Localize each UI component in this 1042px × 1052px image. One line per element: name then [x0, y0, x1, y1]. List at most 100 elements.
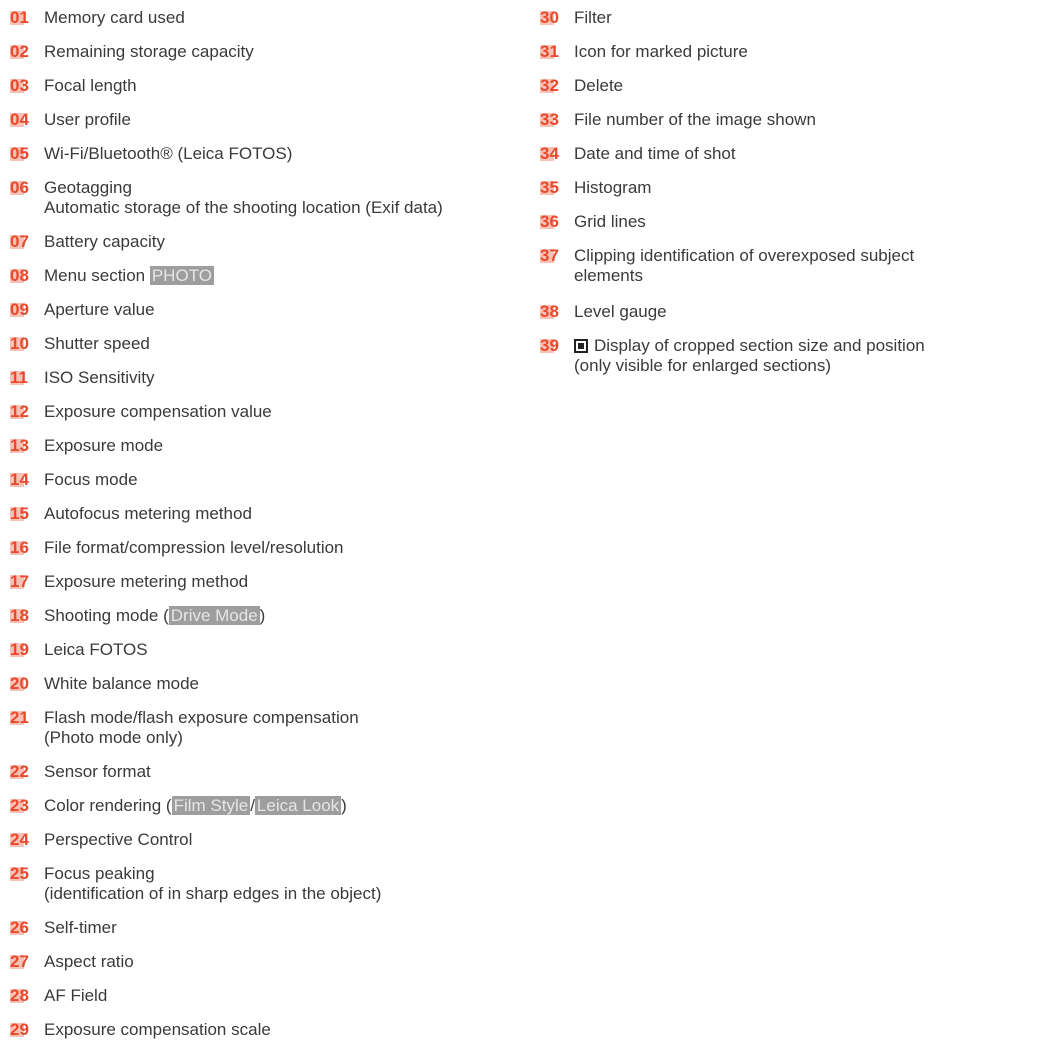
legend-item-36: 36 Grid lines	[530, 212, 1042, 232]
item-number: 12	[0, 402, 44, 422]
item-label: Wi-Fi/Bluetooth® (Leica FOTOS)	[44, 144, 293, 163]
legend-item-20: 20 White balance mode	[0, 674, 530, 694]
legend-item-16: 16 File format/compression level/resolut…	[0, 538, 530, 558]
legend-item-13: 13 Exposure mode	[0, 436, 530, 456]
item-number: 32	[530, 76, 574, 96]
legend-item-12: 12 Exposure compensation value	[0, 402, 530, 422]
item-number: 20	[0, 674, 44, 694]
item-number: 36	[530, 212, 574, 232]
item-label: Geotagging	[44, 178, 132, 197]
item-number: 25	[0, 864, 44, 884]
item-number: 05	[0, 144, 44, 164]
item-label: ISO Sensitivity	[44, 368, 155, 387]
legend-item-31: 31 Icon for marked picture	[530, 42, 1042, 62]
item-label: Display of cropped section size and posi…	[594, 336, 925, 355]
item-number: 10	[0, 334, 44, 354]
legend-item-32: 32 Delete	[530, 76, 1042, 96]
menu-tag: Leica Look	[254, 796, 342, 815]
item-label: Date and time of shot	[574, 144, 736, 163]
item-number: 23	[0, 796, 44, 816]
item-label: Filter	[574, 8, 612, 27]
menu-tag: Drive Mode	[168, 606, 260, 625]
legend-item-10: 10 Shutter speed	[0, 334, 530, 354]
legend-item-26: 26 Self-timer	[0, 918, 530, 938]
item-number: 03	[0, 76, 44, 96]
legend-item-21: 21 Flash mode/flash exposure compensatio…	[0, 708, 530, 748]
legend-item-05: 05 Wi-Fi/Bluetooth® (Leica FOTOS)	[0, 144, 530, 164]
legend-item-24: 24 Perspective Control	[0, 830, 530, 850]
item-number: 01	[0, 8, 44, 28]
menu-tag: PHOTO	[149, 266, 214, 285]
legend-item-04: 04 User profile	[0, 110, 530, 130]
item-number: 26	[0, 918, 44, 938]
item-number: 35	[530, 178, 574, 198]
item-label: Menu section	[44, 266, 150, 285]
legend-item-09: 09 Aperture value	[0, 300, 530, 320]
item-label: Exposure mode	[44, 436, 164, 455]
item-label-line2: (identification of in sharp edges in the…	[44, 884, 382, 903]
item-label: Exposure compensation value	[44, 402, 272, 421]
legend-item-35: 35 Histogram	[530, 178, 1042, 198]
item-label: Memory card used	[44, 8, 185, 27]
item-number: 08	[0, 266, 44, 286]
item-number: 18	[0, 606, 44, 626]
item-label: Delete	[574, 76, 624, 95]
item-number: 31	[530, 42, 574, 62]
item-number: 37	[530, 246, 574, 266]
legend-item-03: 03 Focal length	[0, 76, 530, 96]
legend-item-34: 34 Date and time of shot	[530, 144, 1042, 164]
item-label: Focus peaking	[44, 864, 155, 883]
item-label: Color rendering (	[44, 796, 172, 815]
item-label: Exposure compensation scale	[44, 1020, 271, 1039]
item-label: Shooting mode (	[44, 606, 169, 625]
legend-item-18: 18 Shooting mode (Drive Mode)	[0, 606, 530, 626]
item-label: Clipping identification of overexposed s…	[574, 246, 915, 265]
item-number: 28	[0, 986, 44, 1006]
item-number: 33	[530, 110, 574, 130]
legend-item-38: 38 Level gauge	[530, 302, 1042, 322]
item-number: 02	[0, 42, 44, 62]
item-label: White balance mode	[44, 674, 199, 693]
legend-item-07: 07 Battery capacity	[0, 232, 530, 252]
item-label-suffix: )	[341, 796, 347, 815]
item-label: AF Field	[44, 986, 108, 1005]
item-number: 27	[0, 952, 44, 972]
item-label: Focus mode	[44, 470, 138, 489]
item-label: File number of the image shown	[574, 110, 816, 129]
legend-item-02: 02 Remaining storage capacity	[0, 42, 530, 62]
item-label: User profile	[44, 110, 131, 129]
legend-item-29: 29 Exposure compensation scale	[0, 1020, 530, 1040]
item-number: 09	[0, 300, 44, 320]
menu-tag: Film Style	[171, 796, 251, 815]
item-label-line2: (only visible for enlarged sections)	[574, 356, 832, 375]
item-number: 19	[0, 640, 44, 660]
item-label: Shutter speed	[44, 334, 150, 353]
item-label: Flash mode/flash exposure compensation	[44, 708, 359, 727]
item-label-line2: Automatic storage of the shooting locati…	[44, 198, 443, 217]
legend-item-25: 25 Focus peaking (identification of in s…	[0, 864, 530, 904]
legend-item-06: 06 Geotagging Automatic storage of the s…	[0, 178, 530, 218]
item-number: 14	[0, 470, 44, 490]
item-label: Focal length	[44, 76, 137, 95]
item-number: 13	[0, 436, 44, 456]
item-number: 04	[0, 110, 44, 130]
item-number: 34	[530, 144, 574, 164]
item-label: Battery capacity	[44, 232, 165, 251]
item-label: Icon for marked picture	[574, 42, 748, 61]
item-number: 38	[530, 302, 574, 322]
item-label: Exposure metering method	[44, 572, 249, 591]
item-label-line2: (Photo mode only)	[44, 728, 183, 747]
legend-item-22: 22 Sensor format	[0, 762, 530, 782]
item-label: Sensor format	[44, 762, 151, 781]
item-label-line2: elements	[574, 266, 643, 285]
item-number: 39	[530, 336, 574, 356]
item-number: 15	[0, 504, 44, 524]
item-number: 07	[0, 232, 44, 252]
legend-item-30: 30 Filter	[530, 8, 1042, 28]
item-number: 30	[530, 8, 574, 28]
legend-item-01: 01 Memory card used	[0, 8, 530, 28]
item-label: Autofocus metering method	[44, 504, 252, 523]
legend-item-33: 33 File number of the image shown	[530, 110, 1042, 130]
legend-item-19: 19 Leica FOTOS	[0, 640, 530, 660]
item-label: Leica FOTOS	[44, 640, 148, 659]
